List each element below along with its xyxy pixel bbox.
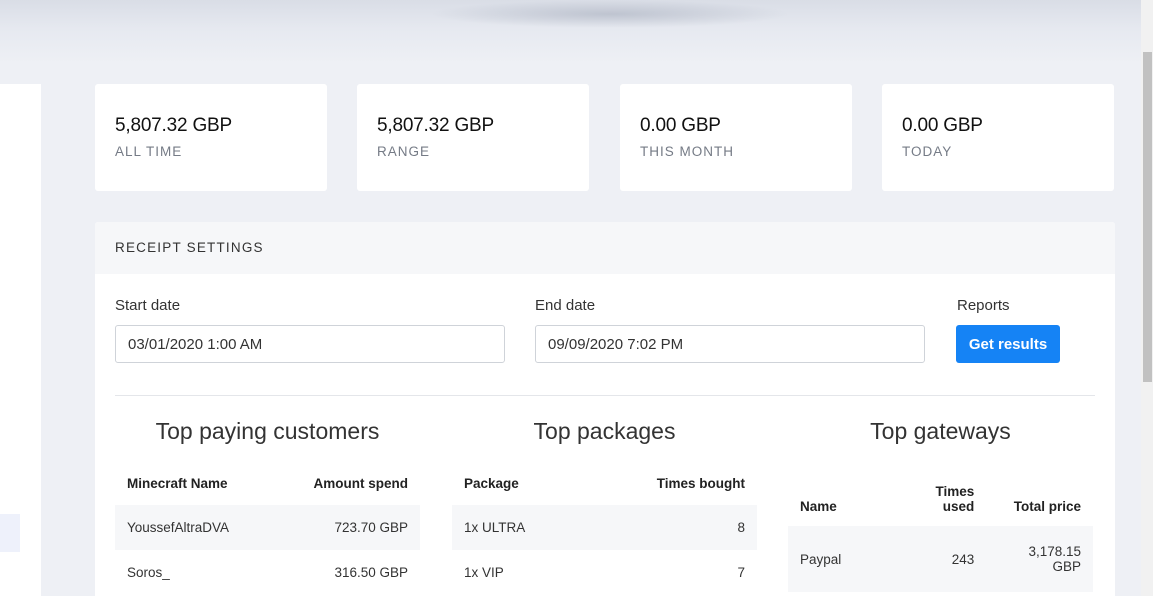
sidebar xyxy=(0,84,41,596)
end-date-label: End date xyxy=(535,297,596,314)
receipt-settings-panel: RECEIPT SETTINGS Start date End date Rep… xyxy=(95,222,1115,596)
table-row: YoussefAltraDVA 723.70 GBP xyxy=(115,505,420,550)
stat-label: RANGE xyxy=(377,144,431,159)
top-customers-title: Top paying customers xyxy=(155,418,380,444)
table-row: Soros_ 316.50 GBP xyxy=(115,550,420,595)
table-row: 1x VIP 7 xyxy=(452,550,757,595)
column-header: Total price xyxy=(1013,499,1081,514)
customer-amount: 316.50 GBP xyxy=(334,565,408,580)
table-header-row: Minecraft Name Amount spend xyxy=(115,460,420,505)
gateway-name: Paypal xyxy=(788,526,910,592)
top-packages-table: Package Times bought 1x ULTRA 8 1x VIP 7 xyxy=(452,460,757,595)
package-count: 8 xyxy=(583,505,757,550)
stat-card-all-time: 5,807.32 GBP ALL TIME xyxy=(95,84,327,191)
customer-name: Soros_ xyxy=(127,565,170,580)
end-date-input[interactable] xyxy=(535,325,925,363)
table-header-row: Name Times used Total price xyxy=(788,472,1093,526)
package-name: 1x VIP xyxy=(464,565,504,580)
table-row: 1x ULTRA 8 xyxy=(452,505,757,550)
top-gateways-title: Top gateways xyxy=(870,418,1011,444)
panel-title: RECEIPT SETTINGS xyxy=(95,222,1115,274)
scrollbar-thumb[interactable] xyxy=(1143,52,1152,382)
sidebar-active-item[interactable] xyxy=(0,514,20,552)
stat-value: 5,807.32 GBP xyxy=(377,115,494,136)
table-row: Paypal 243 3,178.15 GBP xyxy=(788,526,1093,592)
customer-name: YoussefAltraDVA xyxy=(115,505,273,550)
stat-value: 5,807.32 GBP xyxy=(115,115,232,136)
column-header: Times used xyxy=(935,484,975,514)
gateway-times-used: 243 xyxy=(910,526,987,592)
stat-label: THIS MONTH xyxy=(640,144,734,159)
column-header: Package xyxy=(464,476,519,491)
stat-card-today: 0.00 GBP TODAY xyxy=(882,84,1114,191)
header-banner xyxy=(0,0,1141,64)
get-results-button[interactable]: Get results xyxy=(956,325,1060,363)
stat-value: 0.00 GBP xyxy=(902,115,983,136)
divider xyxy=(115,395,1095,396)
reports-label: Reports xyxy=(957,297,1010,314)
stat-label: ALL TIME xyxy=(115,144,183,159)
stat-card-this-month: 0.00 GBP THIS MONTH xyxy=(620,84,852,191)
top-customers-table: Minecraft Name Amount spend YoussefAltra… xyxy=(115,460,420,595)
banner-image xyxy=(430,0,790,28)
start-date-input[interactable] xyxy=(115,325,505,363)
top-gateways-table: Name Times used Total price Paypal 243 3… xyxy=(788,472,1093,592)
column-header: Amount spend xyxy=(313,476,409,491)
gateway-total-price: 3,178.15 GBP xyxy=(986,526,1093,592)
start-date-label: Start date xyxy=(115,297,181,314)
customer-amount: 723.70 GBP xyxy=(272,505,420,550)
package-count: 7 xyxy=(737,565,745,580)
column-header: Times bought xyxy=(656,476,745,491)
top-packages-title: Top packages xyxy=(533,418,676,444)
stat-card-range: 5,807.32 GBP RANGE xyxy=(357,84,589,191)
column-header: Minecraft Name xyxy=(127,476,228,491)
package-name: 1x ULTRA xyxy=(452,505,584,550)
table-header-row: Package Times bought xyxy=(452,460,757,505)
column-header: Name xyxy=(800,499,837,514)
stat-label: TODAY xyxy=(902,144,953,159)
stat-value: 0.00 GBP xyxy=(640,115,721,136)
